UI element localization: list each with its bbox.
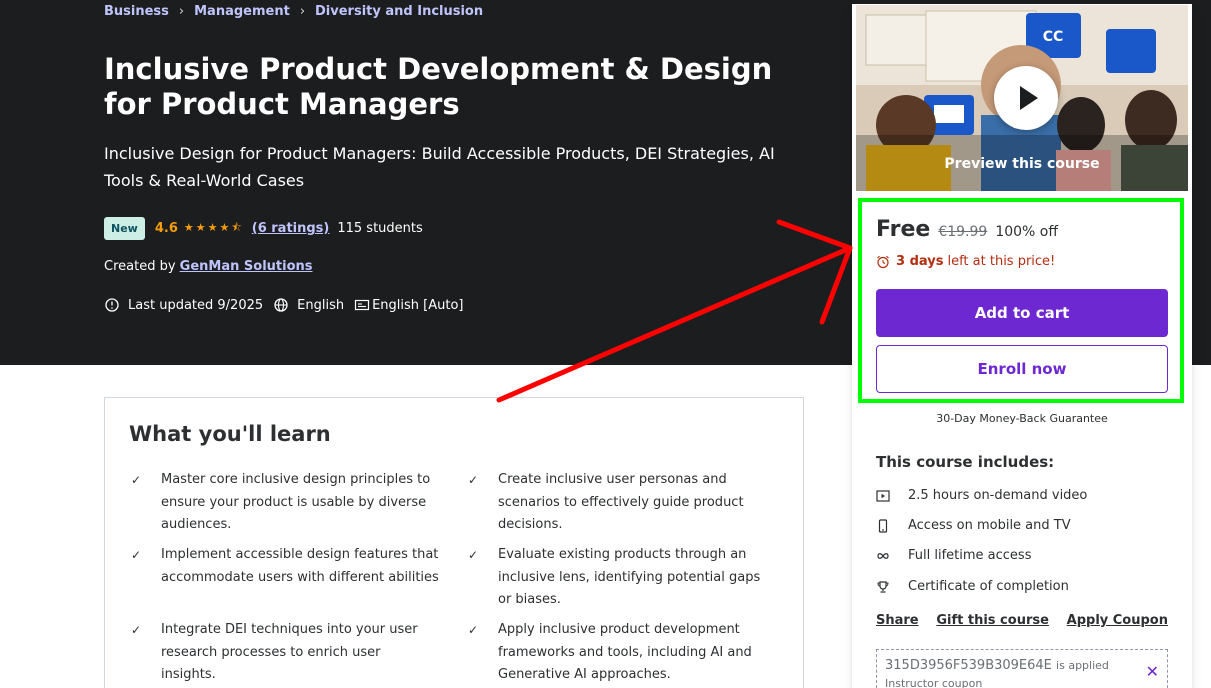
current-price: Free xyxy=(876,217,931,242)
include-item: Full lifetime access xyxy=(876,548,1031,563)
timer-days: 3 days xyxy=(896,254,944,269)
instructor-link[interactable]: GenMan Solutions xyxy=(180,259,313,274)
includes-title: This course includes: xyxy=(876,453,1055,471)
share-link[interactable]: Share xyxy=(876,613,919,628)
play-icon[interactable] xyxy=(994,66,1058,130)
coupon-applied-text: is applied xyxy=(1056,659,1109,672)
price-timer: 3 days left at this price! xyxy=(876,254,1055,269)
sidebar-links: Share Gift this course Apply Coupon xyxy=(876,613,1168,628)
check-icon: ✓ xyxy=(468,623,479,637)
discount-percent: 100% off xyxy=(995,224,1058,240)
learn-item: ✓ Master core inclusive design principle… xyxy=(129,469,439,537)
chevron-right-icon: › xyxy=(178,4,185,19)
ratings-count-link[interactable]: (6 ratings) xyxy=(252,221,330,236)
chevron-right-icon: › xyxy=(299,4,306,19)
coupon-code: 315D3956F539B309E64E xyxy=(885,658,1052,673)
close-icon[interactable]: ✕ xyxy=(1146,662,1159,681)
alarm-clock-icon xyxy=(877,255,889,268)
learn-item: ✓ Implement accessible design features t… xyxy=(129,544,439,589)
gift-course-link[interactable]: Gift this course xyxy=(936,613,1049,628)
captions-icon xyxy=(354,299,370,311)
rating-row: New 4.6 ★★★★⯪ (6 ratings) 115 students xyxy=(104,217,423,240)
timer-text: left at this price! xyxy=(947,254,1056,269)
include-item: Access on mobile and TV xyxy=(876,518,1071,533)
course-subtitle: Inclusive Design for Product Managers: B… xyxy=(104,144,775,190)
students-count: 115 students xyxy=(337,221,423,236)
breadcrumb-diversity[interactable]: Diversity and Inclusion xyxy=(315,4,483,19)
include-item: 2.5 hours on-demand video xyxy=(876,488,1087,503)
rating-value: 4.6 xyxy=(154,221,178,236)
check-icon: ✓ xyxy=(131,473,142,487)
new-badge: New xyxy=(104,217,145,240)
purchase-sidebar: CC Preview this course Free €19.99 100% … xyxy=(852,4,1192,688)
video-icon xyxy=(876,489,890,502)
coupon-line: 315D3956F539B309E64E is applied xyxy=(885,658,1159,673)
mobile-icon xyxy=(878,518,888,533)
learn-item: ✓ Evaluate existing products through an … xyxy=(466,544,776,612)
infinity-icon xyxy=(877,552,889,559)
check-icon: ✓ xyxy=(468,473,479,487)
original-price: €19.99 xyxy=(938,224,988,240)
star-rating-icon: ★★★★⯪ xyxy=(183,221,244,234)
check-icon: ✓ xyxy=(468,548,479,562)
learn-item: ✓ Apply inclusive product development fr… xyxy=(466,619,776,687)
course-preview[interactable]: CC Preview this course xyxy=(856,5,1188,191)
money-back-guarantee: 30-Day Money-Back Guarantee xyxy=(936,412,1108,425)
trophy-icon xyxy=(877,580,889,593)
coupon-type: Instructor coupon xyxy=(885,677,983,688)
course-meta: Last updated 9/2025 English English [Aut… xyxy=(104,297,474,313)
language: English xyxy=(297,297,345,313)
globe-icon xyxy=(274,298,288,312)
captions: English [Auto] xyxy=(372,297,464,313)
preview-label: Preview this course xyxy=(944,156,1100,172)
applied-coupon: 315D3956F539B309E64E is applied Instruct… xyxy=(876,649,1168,688)
learn-item: ✓ Create inclusive user personas and sce… xyxy=(466,469,776,537)
learn-title: What you'll learn xyxy=(129,422,331,446)
check-icon: ✓ xyxy=(131,623,142,637)
breadcrumb-management[interactable]: Management xyxy=(194,4,290,19)
price-row: Free €19.99 100% off xyxy=(876,217,1058,242)
check-icon: ✓ xyxy=(131,548,142,562)
breadcrumb: Business › Management › Diversity and In… xyxy=(104,4,483,19)
created-by-label: Created by xyxy=(104,259,176,274)
what-youll-learn: What you'll learn ✓ Master core inclusiv… xyxy=(104,397,804,688)
apply-coupon-link[interactable]: Apply Coupon xyxy=(1067,613,1168,628)
add-to-cart-button[interactable]: Add to cart xyxy=(876,289,1168,337)
created-by: Created by GenMan Solutions xyxy=(104,259,313,274)
alert-clock-icon xyxy=(105,298,119,312)
enroll-now-button[interactable]: Enroll now xyxy=(876,345,1168,393)
svg-text:CC: CC xyxy=(1043,29,1064,45)
course-title: Inclusive Product Development & Design f… xyxy=(104,52,773,121)
learn-item: ✓ Integrate DEI techniques into your use… xyxy=(129,619,439,687)
last-updated: Last updated 9/2025 xyxy=(128,297,264,313)
breadcrumb-business[interactable]: Business xyxy=(104,4,169,19)
include-item: Certificate of completion xyxy=(876,579,1069,594)
